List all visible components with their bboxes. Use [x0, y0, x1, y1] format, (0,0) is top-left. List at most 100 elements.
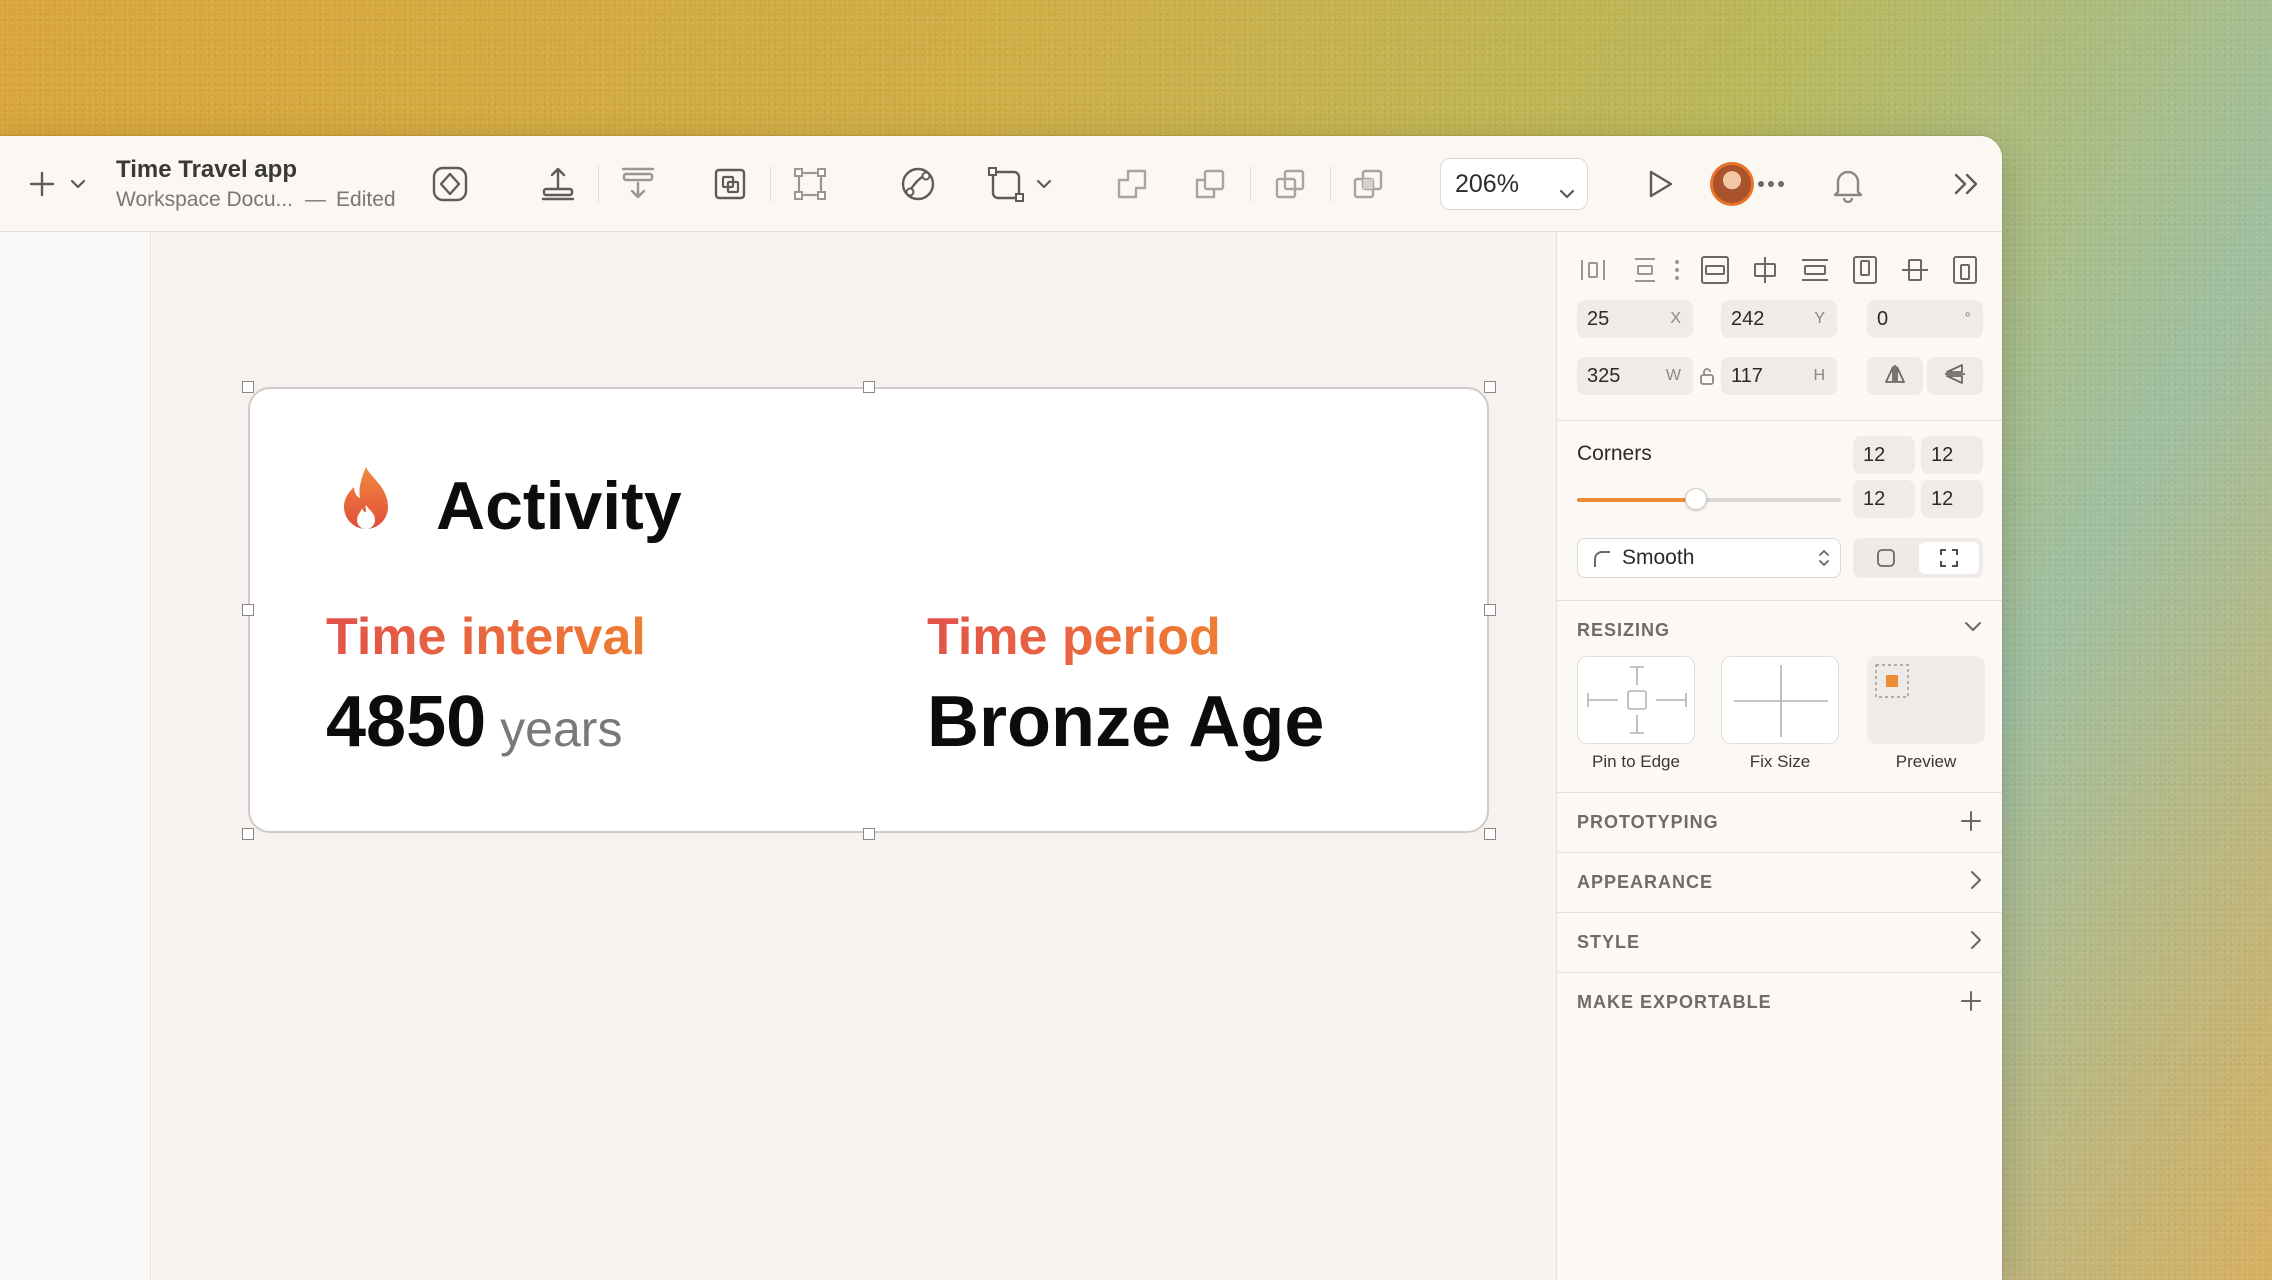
corner-mode-toggle	[1853, 538, 1983, 578]
distribute-horizontal-icon[interactable]	[1575, 252, 1611, 288]
pin-to-edge-option[interactable]	[1577, 656, 1695, 744]
slider-fill	[1577, 498, 1696, 502]
align-bottom-icon[interactable]	[1947, 252, 1983, 288]
chevron-right-icon[interactable]	[1970, 870, 1982, 895]
style-header[interactable]: STYLE	[1577, 932, 1640, 953]
preview-label: Preview	[1895, 752, 1957, 771]
plus-icon[interactable]	[1960, 990, 1982, 1017]
align-top-icon[interactable]	[1847, 252, 1883, 288]
chevron-down-icon	[1559, 177, 1575, 206]
chevron-down-icon[interactable]	[66, 172, 90, 196]
transform-icon[interactable]	[788, 162, 832, 206]
rotation-field[interactable]: 0 °	[1867, 300, 1983, 338]
corner-style-icon	[1592, 549, 1612, 575]
preview-icon	[1875, 664, 1909, 698]
plus-icon[interactable]	[1960, 810, 1982, 837]
selection-handle[interactable]	[242, 381, 254, 393]
bell-icon[interactable]	[1828, 162, 1868, 206]
x-value: 25	[1587, 307, 1610, 330]
frame-icon[interactable]	[708, 162, 752, 206]
divider	[1557, 792, 2002, 793]
activity-card[interactable]: Activity Time interval 4850 years Time pe…	[248, 387, 1489, 833]
height-field[interactable]: 117 H	[1721, 357, 1837, 395]
mask-icon[interactable]	[896, 162, 940, 206]
canvas[interactable]: Activity Time interval 4850 years Time pe…	[152, 232, 1556, 1280]
selection-handle[interactable]	[242, 828, 254, 840]
align-icon[interactable]	[536, 162, 580, 206]
align-right-icon[interactable]	[1797, 252, 1833, 288]
corners-label: Corners	[1577, 442, 1652, 465]
selection-handle[interactable]	[1484, 828, 1496, 840]
individual-corners-button[interactable]	[1857, 542, 1915, 574]
corner-radius-slider[interactable]	[1577, 488, 1841, 510]
align-left-icon[interactable]	[1697, 252, 1733, 288]
distribute-vertical-icon[interactable]	[1627, 252, 1663, 288]
align-center-horizontal-icon[interactable]	[1747, 252, 1783, 288]
expand-icon[interactable]	[1948, 166, 1984, 202]
inspector-panel: 25 X 242 Y 0 ° 325 W 117 H Corners 12 12…	[1556, 232, 2002, 1280]
chevron-down-icon[interactable]	[1964, 620, 1982, 638]
document-location: Workspace Docu...	[116, 188, 294, 211]
appearance-header[interactable]: APPEARANCE	[1577, 872, 1713, 893]
alignment-toolbar	[1575, 252, 1984, 292]
y-value: 242	[1731, 307, 1765, 330]
width-value: 325	[1587, 364, 1621, 387]
make-exportable-header[interactable]: MAKE EXPORTABLE	[1577, 992, 1772, 1013]
play-icon[interactable]	[1640, 164, 1680, 204]
pin-to-edge-icon	[1587, 666, 1687, 734]
corner-radius-bottom-left[interactable]: 12	[1853, 480, 1915, 518]
selection-handle[interactable]	[863, 828, 875, 840]
lock-icon[interactable]	[1699, 366, 1715, 391]
layers-sidebar	[0, 232, 151, 1280]
selection-handle[interactable]	[863, 381, 875, 393]
distribute-icon[interactable]	[616, 162, 660, 206]
time-interval-unit: years	[500, 701, 623, 757]
slider-knob[interactable]	[1685, 488, 1707, 510]
shape-icon[interactable]	[984, 162, 1028, 206]
expand-corners-button[interactable]	[1919, 542, 1979, 574]
y-label: Y	[1814, 310, 1825, 327]
plus-icon[interactable]	[24, 166, 60, 202]
chevron-right-icon[interactable]	[1970, 930, 1982, 955]
resizing-preview	[1867, 656, 1985, 744]
toolbar-divider	[598, 166, 599, 202]
align-middle-icon[interactable]	[1897, 252, 1933, 288]
more-vertical-icon[interactable]	[1667, 252, 1687, 288]
document-title[interactable]: Time Travel app	[116, 156, 297, 184]
app-window: Time Travel app Workspace Docu... — Edited	[0, 136, 2002, 1280]
resizing-header[interactable]: RESIZING	[1577, 620, 1670, 641]
corner-radius-top-left[interactable]: 12	[1853, 436, 1915, 474]
time-interval-number: 4850	[326, 682, 487, 762]
shape-menu-chevron-icon[interactable]	[1032, 172, 1056, 196]
zoom-select[interactable]: 206%	[1440, 158, 1588, 210]
x-field[interactable]: 25 X	[1577, 300, 1693, 338]
flip-vertical-icon	[1943, 363, 1967, 390]
document-subtitle: Workspace Docu... — Edited	[116, 188, 396, 212]
fix-size-option[interactable]	[1721, 656, 1839, 744]
selection-handle[interactable]	[1484, 381, 1496, 393]
toolbar-divider	[1250, 166, 1251, 202]
width-field[interactable]: 325 W	[1577, 357, 1693, 395]
corner-radius-bottom-right[interactable]: 12	[1921, 480, 1983, 518]
fire-icon	[334, 465, 398, 538]
intersect-icon[interactable]	[1270, 164, 1310, 204]
selection-handle[interactable]	[242, 604, 254, 616]
y-field[interactable]: 242 Y	[1721, 300, 1837, 338]
difference-icon[interactable]	[1348, 164, 1388, 204]
height-value: 117	[1731, 364, 1763, 387]
selection-handle[interactable]	[1484, 604, 1496, 616]
prototyping-header[interactable]: PROTOTYPING	[1577, 812, 1719, 833]
flip-vertical-button[interactable]	[1927, 357, 1983, 395]
avatar[interactable]	[1710, 162, 1754, 206]
time-interval-value: 4850 years	[326, 681, 622, 763]
corner-style-select[interactable]: Smooth	[1577, 538, 1841, 578]
more-icon[interactable]	[1754, 172, 1788, 196]
flip-horizontal-button[interactable]	[1867, 357, 1923, 395]
corner-radius-top-right[interactable]: 12	[1921, 436, 1983, 474]
pin-to-edge-label: Pin to Edge	[1592, 752, 1680, 771]
time-period-label: Time period	[927, 608, 1221, 666]
subtract-icon[interactable]	[1190, 164, 1230, 204]
union-icon[interactable]	[1112, 164, 1152, 204]
divider	[1557, 912, 2002, 913]
symbol-icon[interactable]	[428, 162, 472, 206]
